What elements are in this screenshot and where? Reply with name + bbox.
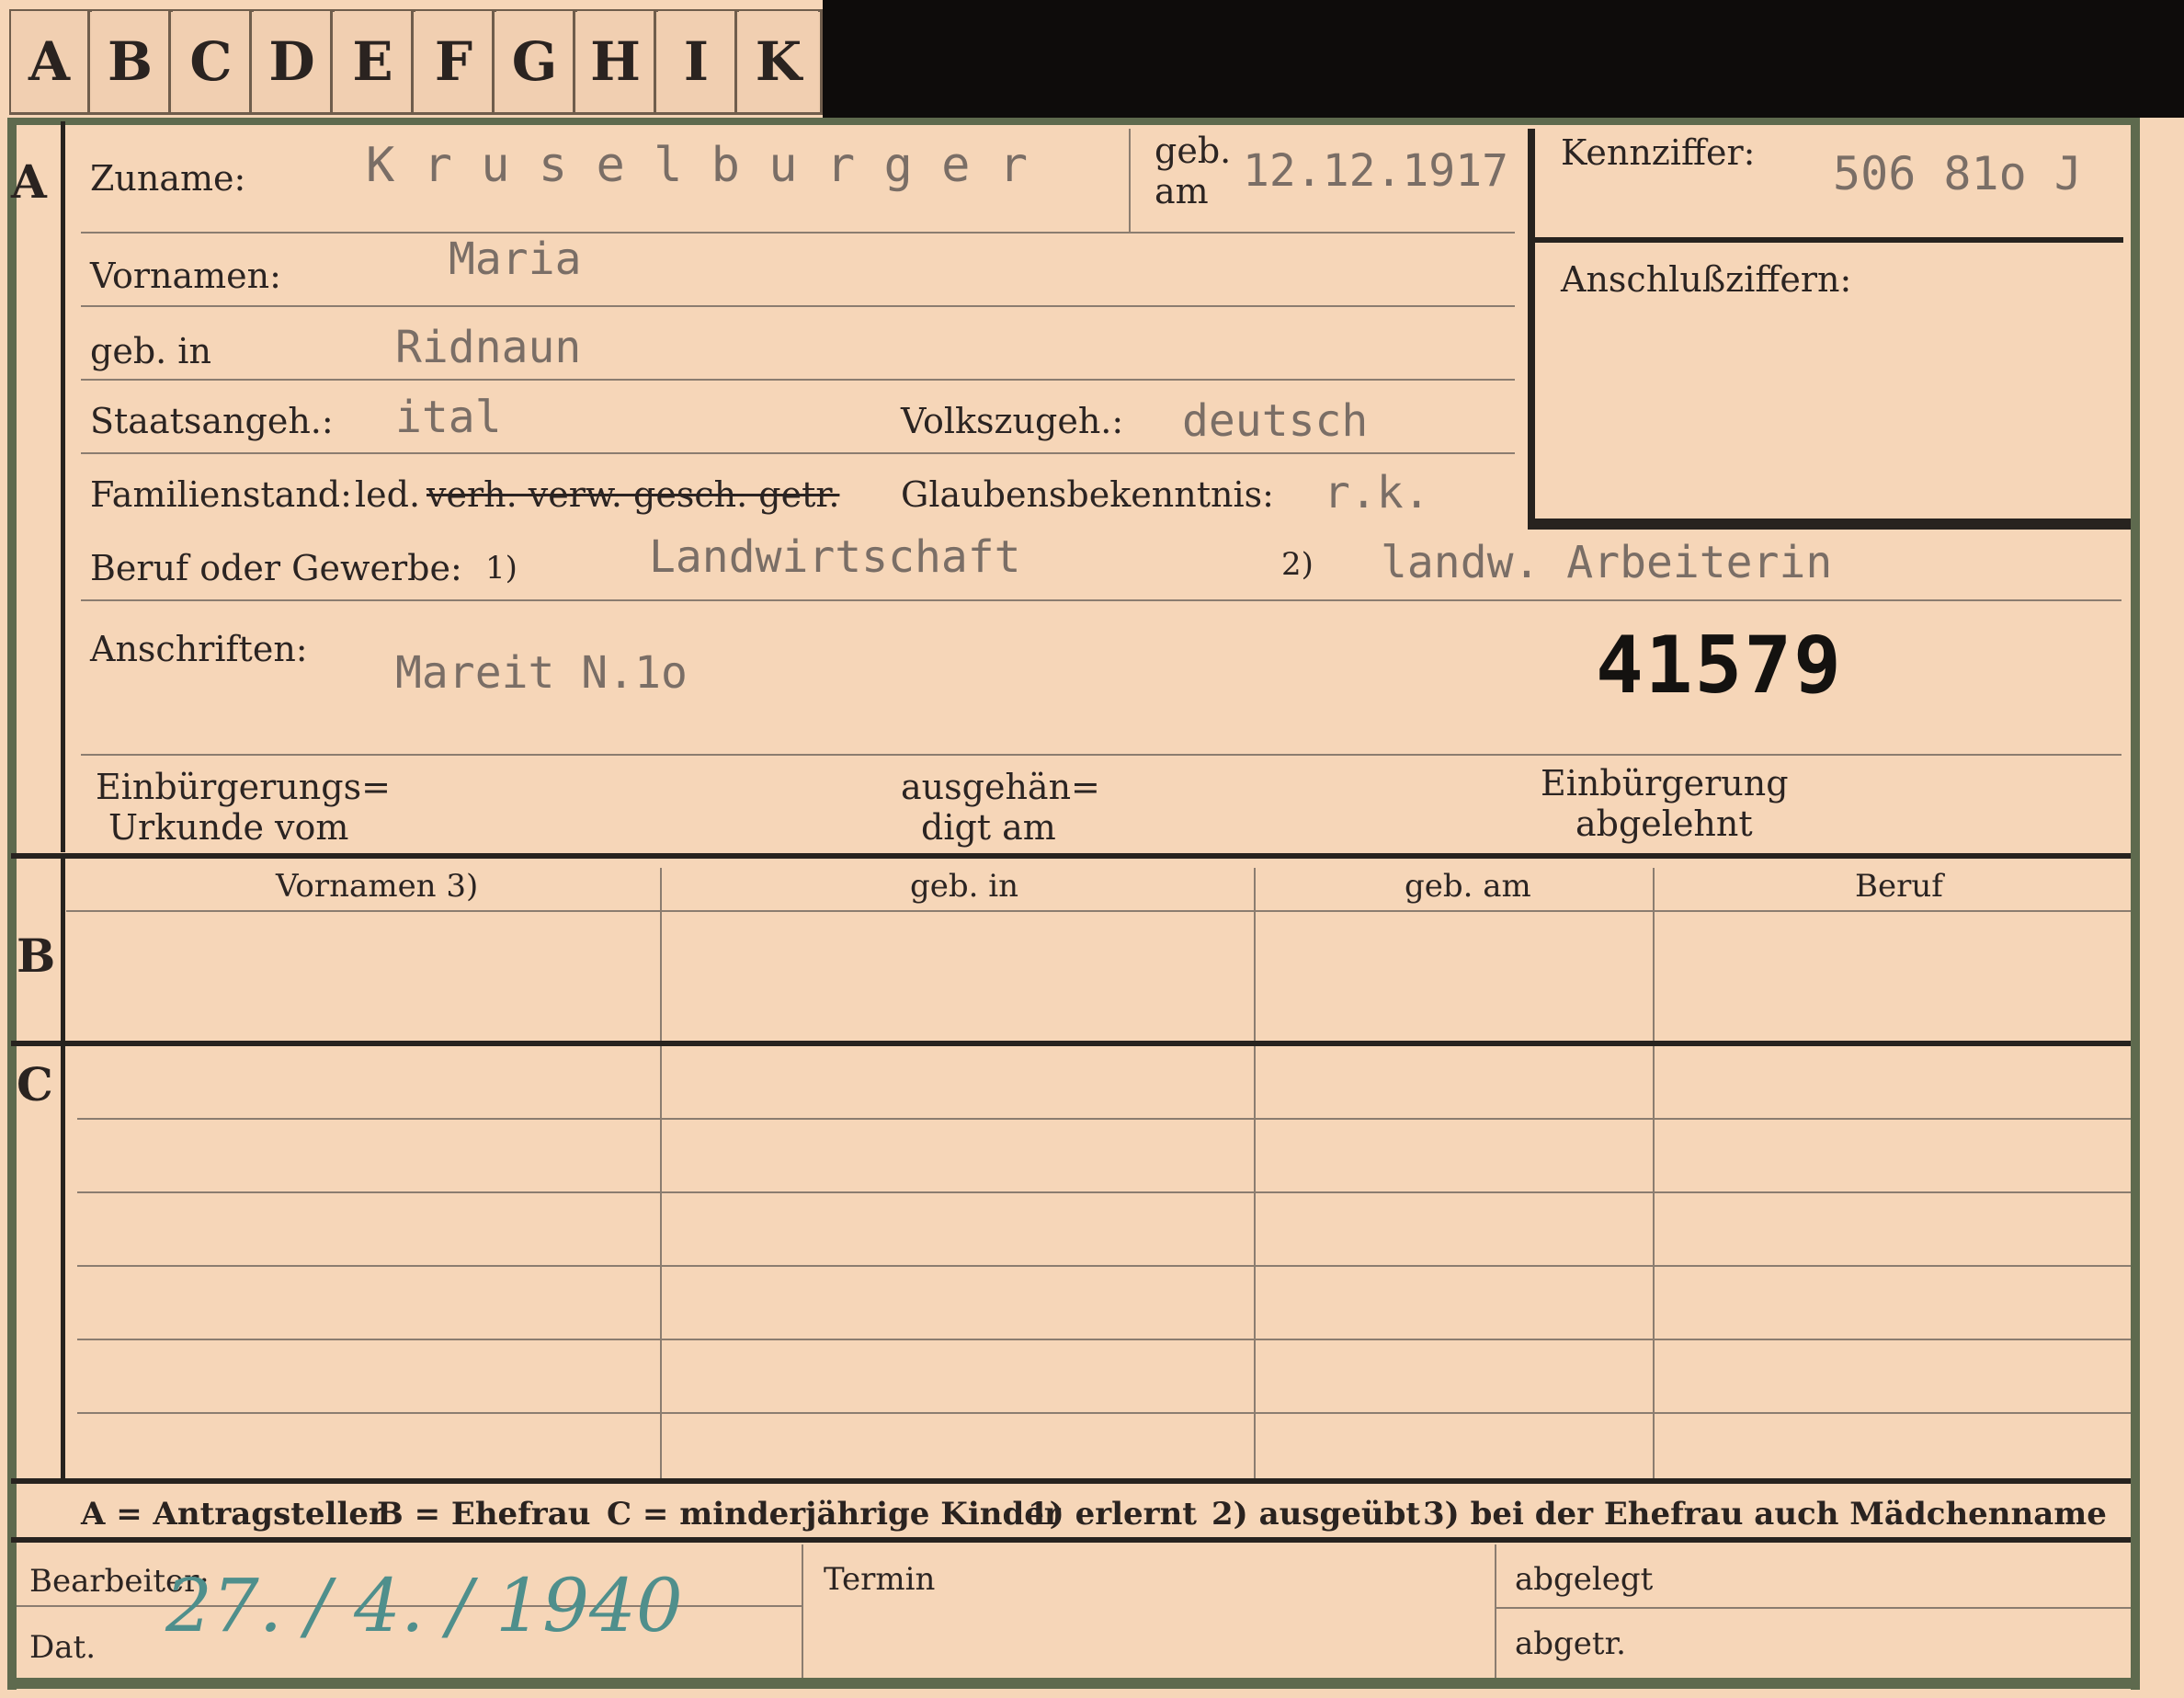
- geb-in-value: Ridnaun: [395, 322, 582, 373]
- tab-c[interactable]: C: [173, 11, 252, 112]
- right-border: [2131, 118, 2140, 1690]
- background-corner: [823, 0, 2184, 118]
- staatsangehoerigkeit-label: Staatsangeh.:: [90, 401, 334, 441]
- index-card: [0, 0, 2184, 1698]
- row-line-1: [81, 232, 1515, 234]
- beruf-label: Beruf oder Gewerbe:: [90, 548, 462, 588]
- tab-g[interactable]: G: [496, 11, 575, 112]
- geb-in-label: geb. in: [90, 331, 211, 371]
- legend: A = Antragsteller B = Ehefrau C = minder…: [17, 1485, 2131, 1540]
- tab-a[interactable]: A: [11, 11, 90, 112]
- table-col-divider-3: [1653, 868, 1655, 1482]
- table-header-beruf: Beruf: [1855, 868, 1943, 905]
- top-border: [7, 118, 2140, 125]
- legend-a: A = Antragsteller: [81, 1496, 385, 1533]
- section-a-marker: A: [11, 154, 47, 209]
- row-line-5: [81, 599, 2121, 601]
- familienstand-struck: verh. verw. gesch. getr.: [427, 474, 840, 515]
- abgelehnt-label-1: Einbürgerung: [1541, 763, 1789, 803]
- footer-line-right: [1495, 1607, 2131, 1609]
- row-line-3: [81, 379, 1515, 381]
- section-c-marker: C: [17, 1057, 53, 1111]
- kennziffer-box-bottom: [1528, 519, 2131, 530]
- table-row-line-1: [77, 1118, 2131, 1120]
- tab-k[interactable]: K: [739, 11, 818, 112]
- datum-label: Dat.: [29, 1629, 97, 1666]
- vornamen-value: Maria: [449, 234, 582, 285]
- anschriften-label: Anschriften:: [90, 629, 308, 669]
- legend-note-1: 1) erlernt: [1028, 1496, 1198, 1533]
- legend-top-rule: [11, 1478, 2131, 1484]
- familienstand-label: Familienstand:: [90, 474, 352, 515]
- ausgehaendigt-label-1: ausgehän=: [901, 767, 1100, 807]
- tab-h[interactable]: H: [577, 11, 656, 112]
- termin-label: Termin: [824, 1561, 936, 1598]
- tab-d[interactable]: D: [254, 11, 333, 112]
- row-line-4: [81, 452, 1515, 454]
- table-header-vornamen: Vornamen 3): [276, 868, 479, 905]
- geb-am-label: geb.: [1155, 131, 1232, 171]
- footer-divider-1: [802, 1544, 803, 1678]
- tab-f[interactable]: F: [415, 11, 495, 112]
- anschlussziffern-label: Anschlußziffern:: [1561, 259, 1852, 300]
- legend-note-2: 2) ausgeübt: [1211, 1496, 1421, 1533]
- row-line-2: [81, 305, 1515, 307]
- table-header-line: [66, 910, 2131, 912]
- kennziffer-label: Kennziffer:: [1561, 132, 1756, 173]
- table-header-geb-am: geb. am: [1405, 868, 1531, 905]
- kennziffer-value: 506 81o J: [1833, 147, 2082, 200]
- section-a-rule: [61, 121, 65, 852]
- tab-b[interactable]: B: [92, 11, 171, 112]
- familienstand-led: led.: [355, 474, 421, 515]
- vornamen-label: Vornamen:: [90, 256, 281, 296]
- left-border: [7, 118, 17, 1690]
- glaubensbekenntnis-value: r.k.: [1324, 467, 1430, 519]
- section-b-top-rule: [11, 853, 2131, 859]
- table-row-line-3: [77, 1265, 2131, 1267]
- table-row-line-2: [77, 1191, 2131, 1193]
- volkszugehoerigkeit-label: Volkszugeh.:: [901, 401, 1124, 441]
- einbuergerungs-label-2: Urkunde vom: [108, 807, 349, 848]
- table-row-line-4: [77, 1339, 2131, 1340]
- table-header-geb-in: geb. in: [910, 868, 1019, 905]
- beruf-mark-1: 1): [485, 550, 518, 587]
- staatsangehoerigkeit-value: ital: [395, 392, 502, 443]
- geb-am-value: 12.12.1917: [1243, 145, 1508, 197]
- einbuergerungs-label-1: Einbürgerungs=: [96, 767, 391, 807]
- tab-e[interactable]: E: [335, 11, 414, 112]
- abgelegt-label: abgelegt: [1515, 1561, 1654, 1598]
- table-col-divider-2: [1254, 868, 1256, 1482]
- glaubensbekenntnis-label: Glaubensbekenntnis:: [901, 474, 1274, 515]
- zuname-divider: [1129, 129, 1131, 232]
- abgetragen-label: abgetr.: [1515, 1625, 1626, 1662]
- section-b-marker: B: [17, 929, 56, 983]
- abgelehnt-label-2: abgelehnt: [1575, 803, 1753, 844]
- stamp-number: 41579: [1596, 620, 1843, 712]
- legend-c: C = minderjährige Kinder: [607, 1496, 1061, 1533]
- section-bc-rule: [61, 859, 65, 1484]
- volkszugehoerigkeit-value: deutsch: [1182, 395, 1369, 447]
- footer-divider-2: [1495, 1544, 1496, 1678]
- anschriften-value: Mareit N.1o: [395, 647, 688, 699]
- row-line-6: [81, 754, 2121, 756]
- section-c-top-rule: [11, 1041, 2131, 1046]
- geb-am-label2: am: [1155, 171, 1209, 211]
- kennziffer-box-left: [1528, 129, 1535, 530]
- table-col-divider-1: [660, 868, 662, 1482]
- handwritten-date: 27. / 4. / 1940: [165, 1563, 683, 1648]
- beruf-value-2: landw. Arbeiterin: [1381, 537, 1833, 588]
- zuname-value: K r u s e l b u r g e r: [366, 138, 1029, 193]
- legend-b: B = Ehefrau: [377, 1496, 591, 1533]
- ausgehaendigt-label-2: digt am: [921, 807, 1056, 848]
- bottom-border: [7, 1678, 2140, 1689]
- kennziffer-box-divider: [1528, 237, 2123, 243]
- table-row-line-5: [77, 1412, 2131, 1414]
- beruf-value-1: Landwirtschaft: [649, 531, 1021, 583]
- beruf-mark-2: 2): [1281, 546, 1314, 583]
- tab-i[interactable]: I: [658, 11, 737, 112]
- zuname-label: Zuname:: [90, 158, 246, 199]
- legend-note-3: 3) bei der Ehefrau auch Mädchenname: [1423, 1496, 2107, 1533]
- legend-bottom-rule: [11, 1537, 2131, 1543]
